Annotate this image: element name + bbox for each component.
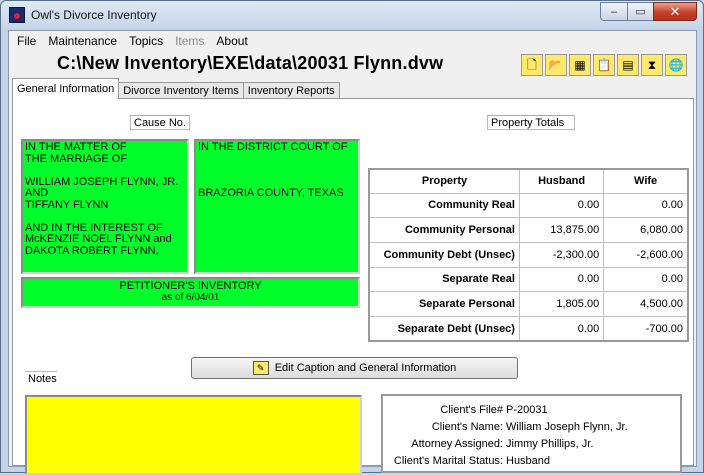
window-title: Owl's Divorce Inventory [31,8,157,22]
table-row: Separate Debt (Unsec) 0.00 -700.00 [368,315,689,342]
tab-general-information[interactable]: General Information [12,78,120,99]
file-path-title: C:\New Inventory\EXE\data\20031 Flynn.dv… [57,53,444,73]
client-name-row: Client's Name: William Joseph Flynn, Jr. [383,421,680,437]
minimize-button[interactable]: – [600,2,627,21]
clipboard-icon[interactable]: 📋 [593,54,615,76]
inventory-title: PETITIONER'S INVENTORY [119,280,262,292]
menu-file[interactable]: File [11,34,42,48]
marital-status-label: Client's Marital Status: [393,455,503,467]
husband-value: 0.00 [518,266,605,293]
hourglass-icon[interactable]: ⧗ [641,54,663,76]
table-row: Separate Personal 1,805.00 4,500.00 [368,291,689,317]
notes-label: Notes [25,371,57,386]
caption-left-field[interactable]: IN THE MATTER OF THE MARRIAGE OF WILLIAM… [21,139,189,274]
new-document-icon[interactable]: 🗋 [521,54,543,76]
notes-field[interactable] [25,395,362,475]
property-totals-label: Property Totals [487,115,575,130]
husband-value: 0.00 [518,192,605,219]
table-row: Community Real 0.00 0.00 [368,192,689,219]
title-bar[interactable]: Owl's Divorce Inventory – ▭ ✕ [1,1,703,29]
client-file-row: Client's File# P-20031 [383,404,680,420]
menu-about[interactable]: About [210,34,253,48]
row-label: Community Debt (Unsec) [368,241,520,268]
table-row: Community Debt (Unsec) -2,300.00 -2,600.… [368,241,689,268]
close-button[interactable]: ✕ [653,2,697,21]
globe-icon[interactable]: 🌐 [665,54,687,76]
husband-value: 13,875.00 [518,217,605,243]
client-file-label: Client's File# [440,404,503,416]
husband-value: -2,300.00 [518,241,605,268]
edit-caption-button[interactable]: ✎ Edit Caption and General Information [191,357,518,379]
wife-value: -700.00 [603,315,689,342]
row-label: Separate Real [368,266,520,293]
calendar-icon[interactable]: ▦ [569,54,591,76]
row-label: Community Personal [368,217,520,243]
inventory-title-field[interactable]: PETITIONER'S INVENTORY as of 6/04/01 [21,277,360,308]
tab-inventory-reports[interactable]: Inventory Reports [242,82,340,99]
wife-value: 6,080.00 [603,217,689,243]
wife-value: 0.00 [603,192,689,219]
app-window: Owl's Divorce Inventory – ▭ ✕ File Maint… [0,0,704,475]
open-folder-icon[interactable]: 📂 [545,54,567,76]
row-label: Community Real [368,192,520,219]
husband-value: 1,805.00 [518,291,605,317]
owl-app-icon[interactable] [9,7,25,23]
menu-maintenance[interactable]: Maintenance [42,34,123,48]
menu-items[interactable]: Items [169,34,210,48]
edit-caption-label: Edit Caption and General Information [274,362,457,374]
cause-no-label: Cause No. [130,115,190,130]
caption-right-field[interactable]: IN THE DISTRICT COURT OF BRAZORIA COUNTY… [194,139,360,274]
tab-strip: General Information Divorce Inventory It… [12,78,340,99]
menu-bar: File Maintenance Topics Items About [9,31,696,51]
table-row: Community Personal 13,875.00 6,080.00 [368,217,689,243]
marital-status-value: Husband [506,455,551,467]
attorney-value: Jimmy Phillips, Jr. [506,438,594,450]
wife-value: 0.00 [603,266,689,293]
table-header-row: Property Husband Wife [368,168,689,194]
row-label: Separate Debt (Unsec) [368,315,520,342]
table-row: Separate Real 0.00 0.00 [368,266,689,293]
property-totals-table: Property Husband Wife Community Real 0.0… [368,168,689,343]
client-name-label: Client's Name: [431,421,503,433]
header-property: Property [368,168,520,194]
header-husband: Husband [518,168,605,194]
toolbar: 🗋 📂 ▦ 📋 ▤ ⧗ 🌐 [521,54,687,76]
wife-value: -2,600.00 [603,241,689,268]
inventory-date: as of 6/04/01 [161,292,220,303]
marital-status-row: Client's Marital Status: Husband [383,455,680,471]
client-file-value: P-20031 [506,404,548,416]
general-information-panel: Cause No. Property Totals IN THE MATTER … [12,98,694,475]
husband-value: 0.00 [518,315,605,342]
attorney-label: Attorney Assigned: [411,438,503,450]
menu-topics[interactable]: Topics [123,34,169,48]
row-label: Separate Personal [368,291,520,317]
window-controls: – ▭ ✕ [600,2,697,21]
client-area: File Maintenance Topics Items About C:\N… [8,30,697,475]
tab-divorce-inventory-items[interactable]: Divorce Inventory Items [118,82,244,99]
wife-value: 4,500.00 [603,291,689,317]
header-wife: Wife [603,168,689,194]
calculator-icon[interactable]: ▤ [617,54,639,76]
maximize-button[interactable]: ▭ [627,2,653,21]
client-name-value: William Joseph Flynn, Jr. [506,421,628,433]
client-info-box: Client's File# P-20031 Client's Name: Wi… [381,394,682,473]
attorney-row: Attorney Assigned: Jimmy Phillips, Jr. [383,438,680,454]
edit-document-icon: ✎ [252,361,269,375]
